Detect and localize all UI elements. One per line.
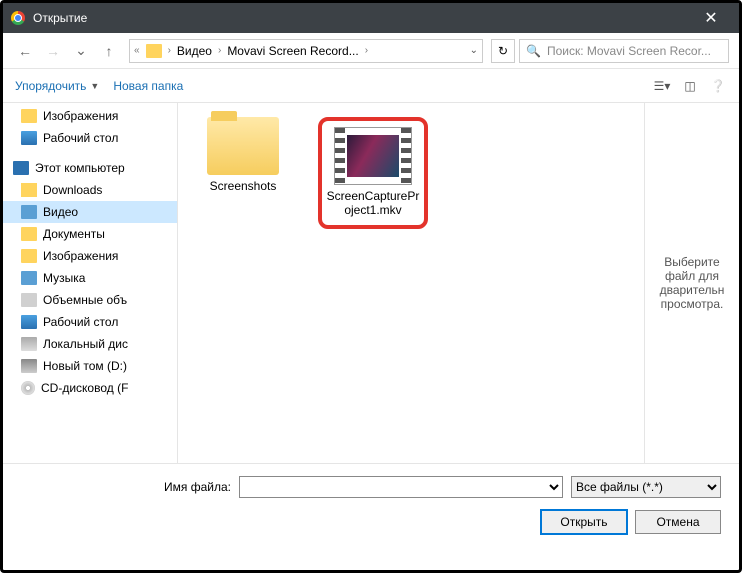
recent-dropdown[interactable]: ⌄ [69,39,93,63]
file-area[interactable]: Screenshots ScreenCaptureProject1.mkv [178,103,644,463]
refresh-button[interactable]: ↻ [491,39,515,63]
titlebar: Открытие ✕ [3,3,739,33]
tree-images[interactable]: Изображения [3,105,177,127]
downloads-icon [21,183,37,197]
file-label: Screenshots [210,179,277,193]
video-thumbnail-icon [334,127,412,185]
tree-desktop[interactable]: Рабочий стол [3,127,177,149]
tree-label: Изображения [43,249,118,263]
cancel-button[interactable]: Отмена [635,510,721,534]
volume-icon [21,293,37,307]
tree-label: Объемные объ [43,293,127,307]
caret-down-icon: ▼ [90,81,99,91]
open-button[interactable]: Открыть [541,510,627,534]
tree-desktop2[interactable]: Рабочий стол [3,311,177,333]
navbar: ← → ⌄ ↑ « › Видео › Movavi Screen Record… [3,33,739,69]
crumb-movavi[interactable]: Movavi Screen Record... [223,44,362,58]
sidebar: Изображения Рабочий стол Этот компьютер … [3,103,178,463]
body-area: Изображения Рабочий стол Этот компьютер … [3,103,739,463]
folder-icon [207,117,279,175]
tree-pc[interactable]: Этот компьютер [3,157,177,179]
hdd-icon [21,359,37,373]
filetype-filter[interactable]: Все файлы (*.*) [571,476,721,498]
chevron-icon: › [365,45,368,56]
cd-icon [21,381,35,395]
crumb-video[interactable]: Видео [173,44,216,58]
documents-icon [21,227,37,241]
folder-screenshots[interactable]: Screenshots [188,117,298,193]
tree-label: Локальный дис [43,337,128,351]
tree-label: Видео [43,205,78,219]
tree-images2[interactable]: Изображения [3,245,177,267]
organize-menu[interactable]: Упорядочить ▼ [15,79,99,93]
tree-local[interactable]: Локальный дис [3,333,177,355]
preview-pane: Выберите файл для дварительн просмотра. [644,103,739,463]
music-icon [21,271,37,285]
disk-icon [21,337,37,351]
tree-label: Новый том (D:) [43,359,127,373]
up-button[interactable]: ↑ [97,39,121,63]
breadcrumb[interactable]: « › Видео › Movavi Screen Record... › ⌄ [129,39,483,63]
preview-pane-toggle[interactable]: ◫ [681,77,699,95]
search-placeholder: Поиск: Movavi Screen Recor... [547,44,711,58]
tree-cd[interactable]: CD-дисковод (F [3,377,177,399]
chevron-icon: › [218,45,221,56]
video-icon [21,205,37,219]
filename-label: Имя файла: [21,480,231,494]
footer: Имя файла: Все файлы (*.*) Открыть Отмен… [3,463,739,550]
preview-text: Выберите файл для дварительн просмотра. [649,255,735,311]
chrome-icon [11,11,25,25]
tree-label: CD-дисковод (F [41,381,128,395]
search-input[interactable]: 🔍 Поиск: Movavi Screen Recor... [519,39,729,63]
tree-label: Этот компьютер [35,161,125,175]
tree-label: Изображения [43,109,118,123]
tree-music[interactable]: Музыка [3,267,177,289]
folder-icon [146,44,162,58]
tree-downloads[interactable]: Downloads [3,179,177,201]
images-icon [21,249,37,263]
file-label: ScreenCaptureProject1.mkv [327,189,420,217]
pc-icon [13,161,29,175]
tree-volumes[interactable]: Объемные объ [3,289,177,311]
tree-label: Документы [43,227,105,241]
desktop-icon [21,315,37,329]
folder-icon [21,109,37,123]
tree-video[interactable]: Видео [3,201,177,223]
tree-label: Рабочий стол [43,131,118,145]
window-title: Открытие [33,11,691,25]
close-button[interactable]: ✕ [691,3,731,33]
tree-label: Downloads [43,183,102,197]
chevron-left-icon: « [134,45,140,56]
breadcrumb-dropdown[interactable]: ⌄ [470,45,478,56]
forward-button: → [41,39,65,63]
view-menu[interactable]: ☰▾ [653,77,671,95]
tree-label: Рабочий стол [43,315,118,329]
chevron-icon: › [168,45,171,56]
tree-docs[interactable]: Документы [3,223,177,245]
organize-label: Упорядочить [15,79,86,93]
help-button[interactable]: ❔ [709,77,727,95]
back-button[interactable]: ← [13,39,37,63]
tree-label: Музыка [43,271,85,285]
desktop-icon [21,131,37,145]
tree-newtom[interactable]: Новый том (D:) [3,355,177,377]
search-icon: 🔍 [526,44,541,58]
filename-input[interactable] [239,476,563,498]
toolbar: Упорядочить ▼ Новая папка ☰▾ ◫ ❔ [3,69,739,103]
file-screencapture[interactable]: ScreenCaptureProject1.mkv [318,117,428,229]
new-folder-button[interactable]: Новая папка [113,79,183,93]
